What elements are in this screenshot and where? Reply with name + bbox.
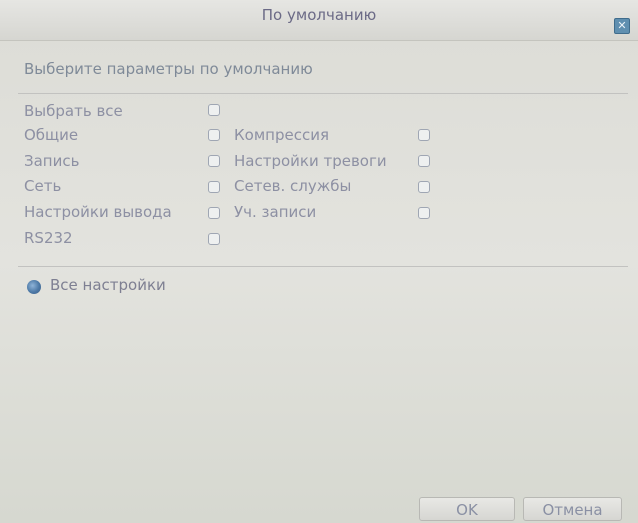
dialog-title: По умолчанию (261, 6, 377, 24)
alarm-settings-checkbox[interactable] (418, 155, 430, 167)
net-services-label: Сетев. службы (234, 177, 352, 195)
all-settings-radio[interactable] (27, 280, 41, 294)
divider (18, 93, 628, 94)
defaults-dialog: По умолчанию ✕ Выберите параметры по умо… (0, 0, 638, 523)
rs232-label: RS232 (24, 229, 73, 247)
rs232-checkbox[interactable] (208, 233, 220, 245)
record-label: Запись (24, 152, 80, 170)
net-services-checkbox[interactable] (418, 181, 430, 193)
close-button[interactable]: ✕ (614, 18, 630, 34)
output-settings-label: Настройки вывода (24, 203, 172, 221)
title-bar: По умолчанию ✕ (0, 0, 638, 41)
divider (18, 266, 628, 267)
section-heading: Выберите параметры по умолчанию (24, 60, 313, 78)
select-all-label: Выбрать все (24, 102, 123, 120)
network-label: Сеть (24, 177, 62, 195)
compression-label: Компрессия (234, 126, 329, 144)
close-icon: ✕ (617, 19, 627, 32)
compression-checkbox[interactable] (418, 129, 430, 141)
record-checkbox[interactable] (208, 155, 220, 167)
output-settings-checkbox[interactable] (208, 207, 220, 219)
select-all-checkbox[interactable] (208, 104, 220, 116)
alarm-settings-label: Настройки тревоги (234, 152, 387, 170)
general-label: Общие (24, 126, 79, 144)
all-settings-label: Все настройки (50, 276, 166, 294)
network-checkbox[interactable] (208, 181, 220, 193)
ok-button[interactable]: OK (419, 497, 515, 521)
cancel-button[interactable]: Отмена (523, 497, 622, 521)
general-checkbox[interactable] (208, 129, 220, 141)
accounts-checkbox[interactable] (418, 207, 430, 219)
accounts-label: Уч. записи (234, 203, 317, 221)
